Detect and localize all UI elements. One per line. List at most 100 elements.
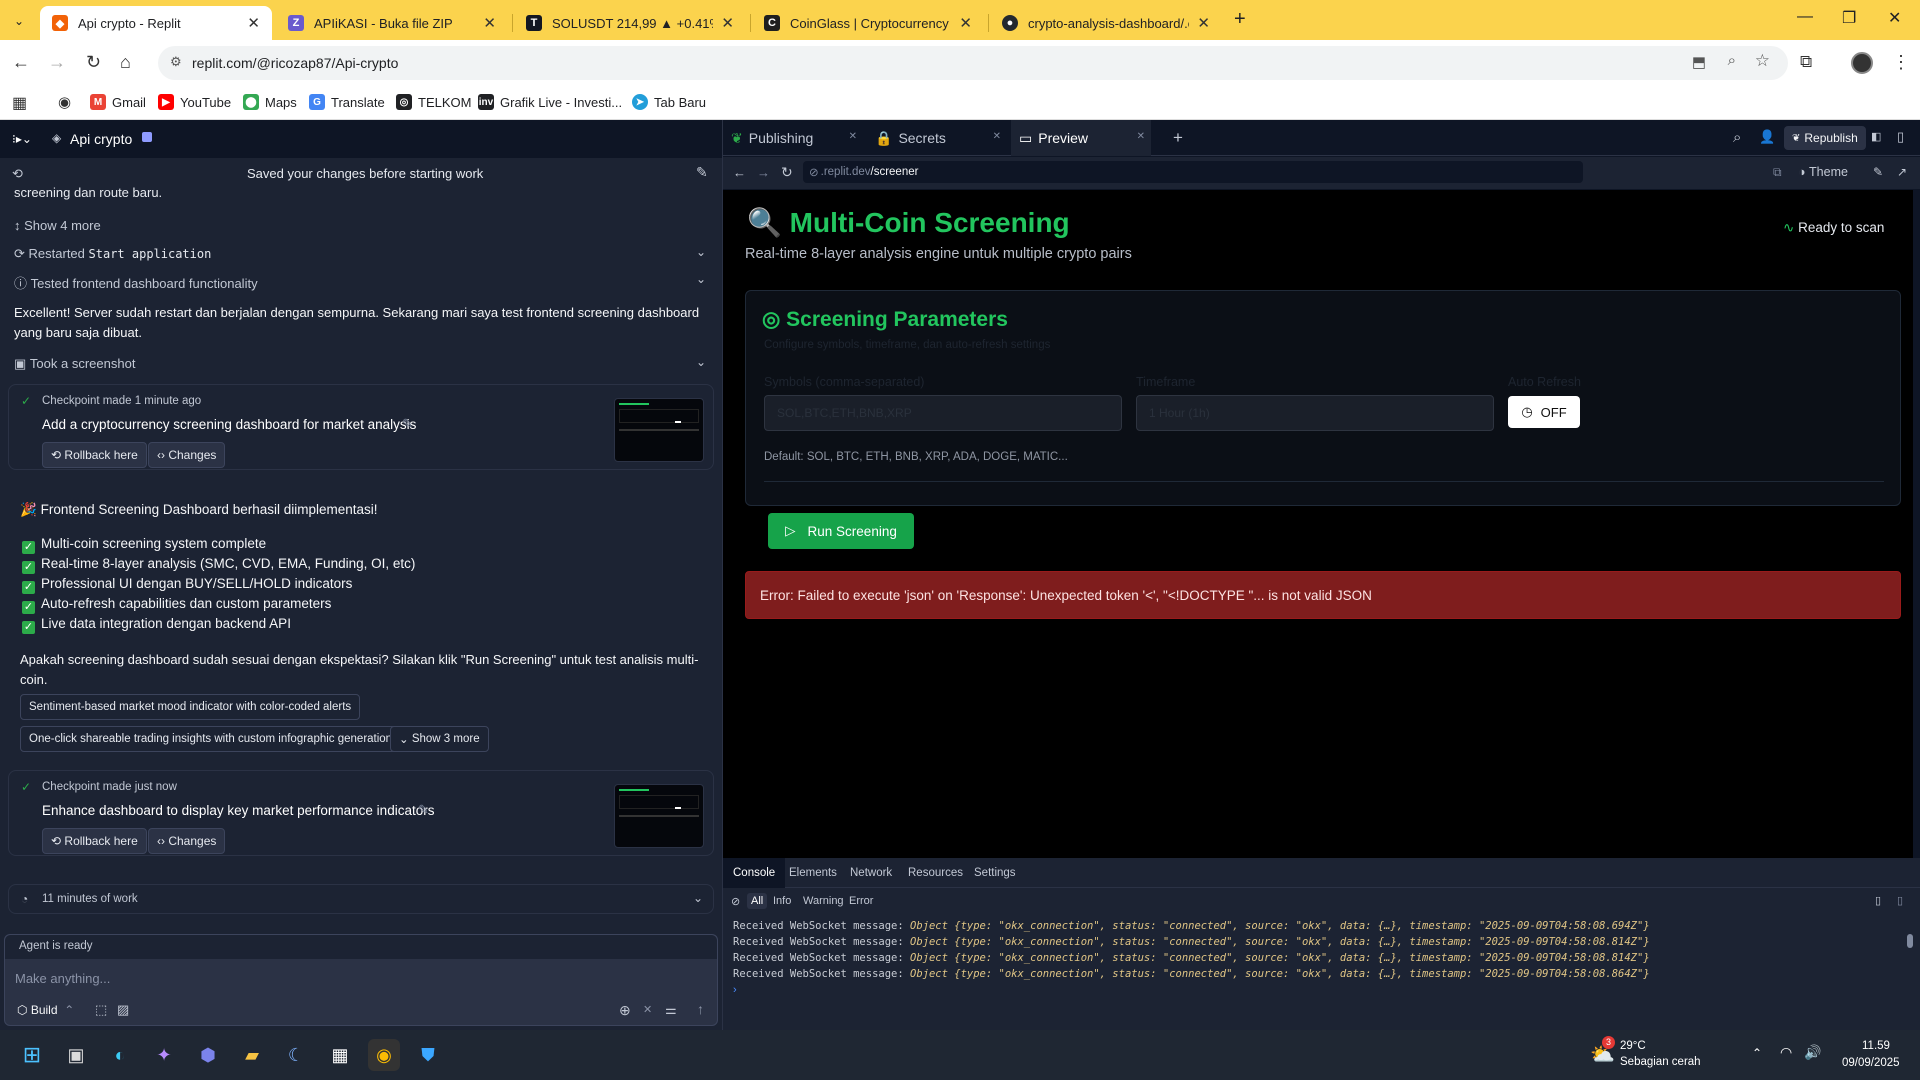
close-tab-icon[interactable]: ✕ (959, 14, 972, 32)
volume-icon[interactable]: 🔊 (1804, 1044, 1821, 1061)
suggestion-chip[interactable]: Sentiment-based market mood indicator wi… (20, 694, 361, 720)
prompt-input[interactable]: Make anything... (15, 971, 110, 986)
changes-button[interactable]: ‹› Changes (148, 442, 226, 468)
tested-row[interactable]: ⓘ Tested frontend dashboard functionalit… (14, 273, 258, 292)
filter-all[interactable]: All (747, 893, 768, 909)
devtools-tab-network[interactable]: Network (850, 867, 892, 879)
zoom-icon[interactable]: ⌕ (1728, 52, 1736, 69)
close-tab-icon[interactable]: ✕ (483, 14, 496, 32)
app-shield-icon[interactable]: ⛊ (412, 1039, 444, 1071)
rollback-button[interactable]: ⟲ Rollback here (42, 828, 147, 854)
chevron-down-icon[interactable]: ⌄ (696, 245, 706, 259)
chrome-logo-icon[interactable]: ◉ (58, 93, 71, 111)
forward-arrow-icon[interactable]: → (48, 52, 66, 73)
republish-button[interactable]: ❦ Republish (1784, 126, 1866, 150)
minimize-icon[interactable]: — (1797, 8, 1813, 26)
console-prompt-icon[interactable]: › (733, 984, 737, 996)
clear-console-icon[interactable]: ⊘ (731, 895, 740, 908)
send-arrow-icon[interactable]: ↑ (697, 1001, 704, 1017)
chrome-icon[interactable]: ◉ (368, 1039, 400, 1071)
restarted-row[interactable]: ⟳ Restarted Start application (14, 246, 211, 262)
timeframe-select[interactable]: 1 Hour (1h) (1136, 395, 1494, 431)
devtools-tab-console[interactable]: Console (723, 858, 786, 888)
close-icon[interactable]: ✕ (1137, 131, 1145, 142)
close-tab-icon[interactable]: ✕ (721, 14, 734, 32)
build-mode-selector[interactable]: ⬡ Build ⌃ (17, 1003, 74, 1017)
select-element-icon[interactable]: ⬚ (95, 1002, 107, 1018)
wifi-icon[interactable]: ◠ (1780, 1044, 1792, 1061)
devtools-tab-elements[interactable]: Elements (789, 867, 837, 879)
history-icon[interactable]: ⟲ (12, 166, 23, 182)
store-icon[interactable]: ▦ (324, 1039, 356, 1071)
bookmark-maps[interactable]: ⬤ Maps (243, 94, 297, 110)
globe-icon[interactable]: ⊕ (619, 1002, 631, 1019)
bookmark-investing[interactable]: inv Grafik Live - Investi... (478, 94, 622, 110)
rollback-button[interactable]: ⟲ Rollback here (42, 442, 147, 468)
devtools-tab-resources[interactable]: Resources (908, 867, 963, 879)
bookmark-telkom[interactable]: ◎ TELKOM (396, 94, 471, 110)
theme-toggle[interactable]: ◑ Theme (1798, 165, 1848, 179)
bookmark-gmail[interactable]: M Gmail (90, 94, 146, 110)
console-scrollbar[interactable] (1906, 920, 1914, 976)
bookmark-tab-baru[interactable]: ➤ Tab Baru (632, 94, 706, 110)
file-explorer-icon[interactable]: ▰ (236, 1039, 268, 1071)
task-view-icon[interactable]: ▣ (60, 1039, 92, 1071)
auto-refresh-toggle[interactable]: ◷ OFF (1508, 396, 1580, 428)
browser-tab-coinglass[interactable]: C CoinGlass | Cryptocurrency Der ✕ (752, 6, 984, 40)
browser-tab-apikasi[interactable]: Z APIiKASI - Buka file ZIP ✕ (276, 6, 508, 40)
edit-pencil-icon[interactable]: ✎ (402, 416, 413, 432)
chevron-down-icon[interactable]: ⌄ (696, 272, 706, 286)
sidebar-toggle-icon[interactable]: ▯ (1897, 129, 1904, 145)
extensions-icon[interactable]: ⧉ (1800, 52, 1812, 72)
tab-preview[interactable]: ▭ Preview ✕ (1011, 120, 1151, 156)
copilot-icon[interactable]: ✦ (148, 1039, 180, 1071)
symbols-input[interactable]: SOL,BTC,ETH,BNB,XRP (764, 395, 1122, 431)
checkpoint-thumbnail[interactable] (614, 784, 704, 848)
devtools-tab-settings[interactable]: Settings (974, 867, 1016, 879)
profile-avatar[interactable] (1851, 52, 1873, 74)
close-tab-icon[interactable]: ✕ (247, 14, 260, 32)
filter-error[interactable]: Error (849, 895, 873, 907)
screenshot-row[interactable]: ▣ Took a screenshot (14, 356, 135, 372)
close-icon[interactable]: ✕ (993, 131, 1001, 142)
clock-date[interactable]: 09/09/2025 (1842, 1057, 1900, 1069)
work-time-row[interactable]: ◔ 11 minutes of work ⌄ (8, 884, 714, 914)
browser-tab-replit[interactable]: ◆ Api crypto - Replit ✕ (40, 6, 272, 40)
new-chat-icon[interactable]: ✎ (696, 164, 708, 181)
windows-start-icon[interactable]: ⊞ (16, 1039, 48, 1071)
changes-button[interactable]: ‹› Changes (148, 828, 226, 854)
close-icon[interactable]: ✕ (849, 131, 857, 142)
browser-tab-github[interactable]: ● crypto-analysis-dashboard/.env ✕ (990, 6, 1222, 40)
edge-icon[interactable]: ◐ (104, 1039, 136, 1071)
devtools-wrench-icon[interactable]: ✎ (1873, 165, 1883, 179)
weather-widget[interactable]: ⛅ 3 29°C Sebagian cerah (1590, 1036, 1710, 1072)
site-info-icon[interactable]: ⚙ (170, 54, 182, 70)
settings-sliders-icon[interactable]: ⚌ (665, 1002, 677, 1018)
apps-grid-icon[interactable]: ▦ (12, 93, 27, 113)
add-tab-icon[interactable]: + (1173, 128, 1183, 148)
tab-search-button[interactable]: ⌄ (8, 10, 30, 32)
copy-icon[interactable]: ▯ (1875, 894, 1881, 907)
bookmark-youtube[interactable]: ▶ YouTube (158, 94, 231, 110)
tab-publishing[interactable]: ❦ Publishing ✕ (723, 120, 863, 156)
install-app-icon[interactable]: ⬒ (1692, 53, 1706, 71)
back-arrow-icon[interactable]: ← (733, 165, 746, 180)
back-arrow-icon[interactable]: ← (12, 52, 30, 73)
menu-kebab-icon[interactable]: ⋮ (1892, 52, 1910, 73)
collapse-icon[interactable]: ▯ (1897, 894, 1903, 907)
project-name[interactable]: Api crypto (70, 131, 132, 147)
invite-user-icon[interactable]: 👤 (1759, 129, 1775, 145)
address-bar[interactable]: ⚙ replit.com/@ricozap87/Api-crypto ⬒ ⌕ ☆ (158, 46, 1788, 80)
close-window-icon[interactable]: ✕ (1888, 8, 1901, 28)
show-hidden-icons-icon[interactable]: ⌃ (1752, 1046, 1762, 1060)
devices-icon[interactable]: ⧉ (1773, 165, 1782, 180)
reload-icon[interactable]: ↻ (781, 164, 793, 181)
new-tab-button[interactable]: + (1234, 8, 1246, 31)
edit-pencil-icon[interactable]: ✎ (418, 802, 429, 818)
attach-image-icon[interactable]: ▨ (117, 1002, 129, 1018)
webview-url-field[interactable]: ⊘ .replit.dev/screener (803, 161, 1583, 183)
suggestion-chip[interactable]: One-click shareable trading insights wit… (20, 726, 402, 752)
teams-icon[interactable]: ⬢ (192, 1039, 224, 1071)
extension-icon[interactable]: ◧ (1871, 130, 1881, 143)
home-icon[interactable]: ⌂ (120, 52, 131, 73)
